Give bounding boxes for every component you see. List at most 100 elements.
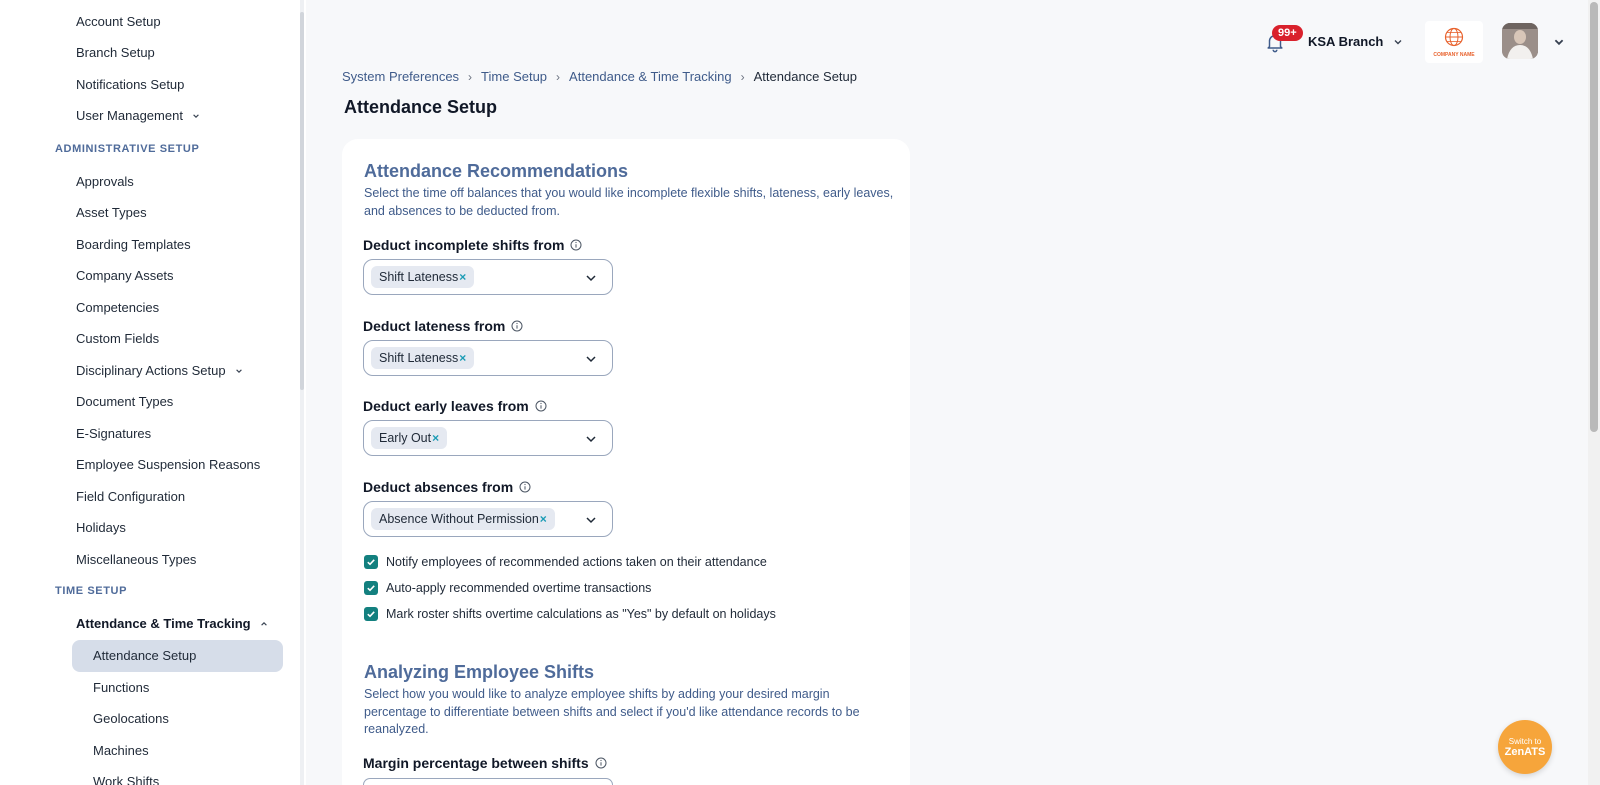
sidebar-item-branch-setup[interactable]: Branch Setup [76,45,155,60]
chevron-down-icon [586,436,596,443]
checkbox-checked[interactable] [364,555,378,569]
chevron-right-icon: › [556,69,561,84]
sidebar-item-label: Document Types [76,394,174,409]
sidebar-item-competencies[interactable]: Competencies [76,300,159,315]
globe-icon [1444,27,1464,47]
sidebar-item-user-management[interactable]: User Management [76,108,200,123]
sidebar-item-label: Miscellaneous Types [76,552,197,567]
user-photo [1502,23,1538,59]
remove-chip-icon[interactable]: × [540,512,547,526]
sidebar-item-label: Field Configuration [76,489,186,504]
selected-chip: Shift Lateness × [371,347,475,369]
sidebar-item-boarding-templates[interactable]: Boarding Templates [76,237,191,252]
sidebar-item-work-shifts[interactable]: Work Shifts [93,774,159,785]
sidebar-item-geolocations[interactable]: Geolocations [93,711,169,726]
sidebar-item-notifications-setup[interactable]: Notifications Setup [76,77,184,92]
sidebar-item-asset-types[interactable]: Asset Types [76,205,147,220]
breadcrumb-attendance-time-tracking[interactable]: Attendance & Time Tracking [569,69,732,84]
page-title: Attendance Setup [344,97,498,117]
recommendations-title: Attendance Recommendations [364,161,629,181]
sidebar-item-holidays[interactable]: Holidays [76,520,126,535]
chevron-right-icon: › [468,69,473,84]
info-icon[interactable] [595,757,607,769]
info-icon[interactable] [511,320,523,332]
remove-chip-icon[interactable]: × [459,270,466,284]
sidebar-item-approvals[interactable]: Approvals [76,174,134,189]
chevron-down-icon [1394,39,1402,44]
field-label-text: Deduct absences from [363,479,514,495]
sidebar-item-disciplinary-actions-setup[interactable]: Disciplinary Actions Setup [76,363,243,378]
sidebar-item-company-assets[interactable]: Company Assets [76,268,174,283]
deduct-lateness-select[interactable]: Shift Lateness × [363,340,613,376]
info-icon[interactable] [570,239,582,251]
sidebar-item-miscellaneous-types[interactable]: Miscellaneous Types [76,552,196,567]
remove-chip-icon[interactable]: × [459,351,466,365]
chevron-up-icon [260,621,267,626]
sidebar-item-attendance-time-tracking[interactable]: Attendance & Time Tracking [76,616,268,631]
chip-label: Absence Without Permission [379,512,539,526]
auto-apply-overtime-checkbox-row[interactable]: Auto-apply recommended overtime transact… [364,581,651,595]
chip-label: Shift Lateness [379,351,459,365]
sidebar-scrollbar-thumb[interactable] [300,12,304,390]
checkbox-label: Notify employees of recommended actions … [386,555,767,569]
deduct-lateness-label: Deduct lateness from [363,318,523,334]
chevron-down-icon [586,275,596,282]
breadcrumb-system-preferences[interactable]: System Preferences [342,69,459,84]
checkbox-checked[interactable] [364,581,378,595]
checkbox-checked[interactable] [364,607,378,621]
roster-overtime-holidays-checkbox-row[interactable]: Mark roster shifts overtime calculations… [364,607,776,621]
sidebar-item-label: Approvals [76,174,134,189]
sidebar-item-label: User Management [76,108,183,123]
sidebar-item-machines[interactable]: Machines [93,743,149,758]
margin-percentage-input[interactable] [363,778,613,785]
sidebar-item-label: Account Setup [76,14,161,29]
company-logo-text: COMPANY NAME [1433,52,1475,58]
chip-label: Shift Lateness [379,270,459,284]
branch-selector[interactable]: KSA Branch [1308,34,1403,49]
selected-chip: Early Out × [371,427,448,449]
breadcrumb: System Preferences › Time Setup › Attend… [342,69,857,84]
checkbox-label: Auto-apply recommended overtime transact… [386,581,652,595]
info-icon[interactable] [535,400,547,412]
sidebar-item-employee-suspension-reasons[interactable]: Employee Suspension Reasons [76,457,260,472]
sidebar-item-custom-fields[interactable]: Custom Fields [76,331,159,346]
sidebar-section-administrative: ADMINISTRATIVE SETUP [55,143,200,155]
info-icon[interactable] [519,481,531,493]
remove-chip-icon[interactable]: × [432,431,439,445]
sidebar-item-label: Company Assets [76,268,174,283]
chevron-down-icon [586,517,596,524]
analyzing-title: Analyzing Employee Shifts [364,662,595,682]
notification-badge: 99+ [1272,25,1303,41]
switch-label-small: Switch to [1508,736,1542,746]
checkbox-label: Mark roster shifts overtime calculations… [386,607,776,621]
page-scrollbar-thumb[interactable] [1590,2,1598,432]
sidebar-item-label: E-Signatures [76,426,152,441]
breadcrumb-time-setup[interactable]: Time Setup [481,69,547,84]
sidebar-item-account-setup[interactable]: Account Setup [76,14,161,29]
check-icon [367,585,375,592]
chevron-down-icon[interactable] [1553,36,1565,48]
recommendations-description: Select the time off balances that you wo… [364,186,894,218]
notify-employees-checkbox-row[interactable]: Notify employees of recommended actions … [364,555,767,569]
field-label-text: Deduct lateness from [363,318,506,334]
sidebar-item-label: Employee Suspension Reasons [76,457,261,472]
sidebar-item-field-configuration[interactable]: Field Configuration [76,489,185,504]
switch-label-big: ZenATS [1504,745,1546,758]
deduct-early-leaves-select[interactable]: Early Out × [363,420,613,456]
switch-to-zenats-button[interactable]: Switch to ZenATS [1498,720,1552,774]
sidebar-item-label: Notifications Setup [76,77,185,92]
sidebar-item-label: Branch Setup [76,45,155,60]
deduct-incomplete-shifts-select[interactable]: Shift Lateness × [363,259,613,295]
chevron-down-icon [586,356,596,363]
sidebar-item-e-signatures[interactable]: E-Signatures [76,426,151,441]
sidebar-item-functions[interactable]: Functions [93,680,149,695]
deduct-absences-select[interactable]: Absence Without Permission × [363,501,613,537]
field-label-text: Deduct early leaves from [363,398,529,414]
chevron-right-icon: › [740,69,745,84]
sidebar-item-document-types[interactable]: Document Types [76,394,173,409]
avatar[interactable] [1502,23,1538,59]
analyzing-description: Select how you would like to analyze emp… [364,687,860,736]
chevron-down-icon [235,368,242,373]
sidebar-item-attendance-setup[interactable]: Attendance Setup [93,648,196,663]
sidebar-section-time-setup: TIME SETUP [55,585,128,597]
